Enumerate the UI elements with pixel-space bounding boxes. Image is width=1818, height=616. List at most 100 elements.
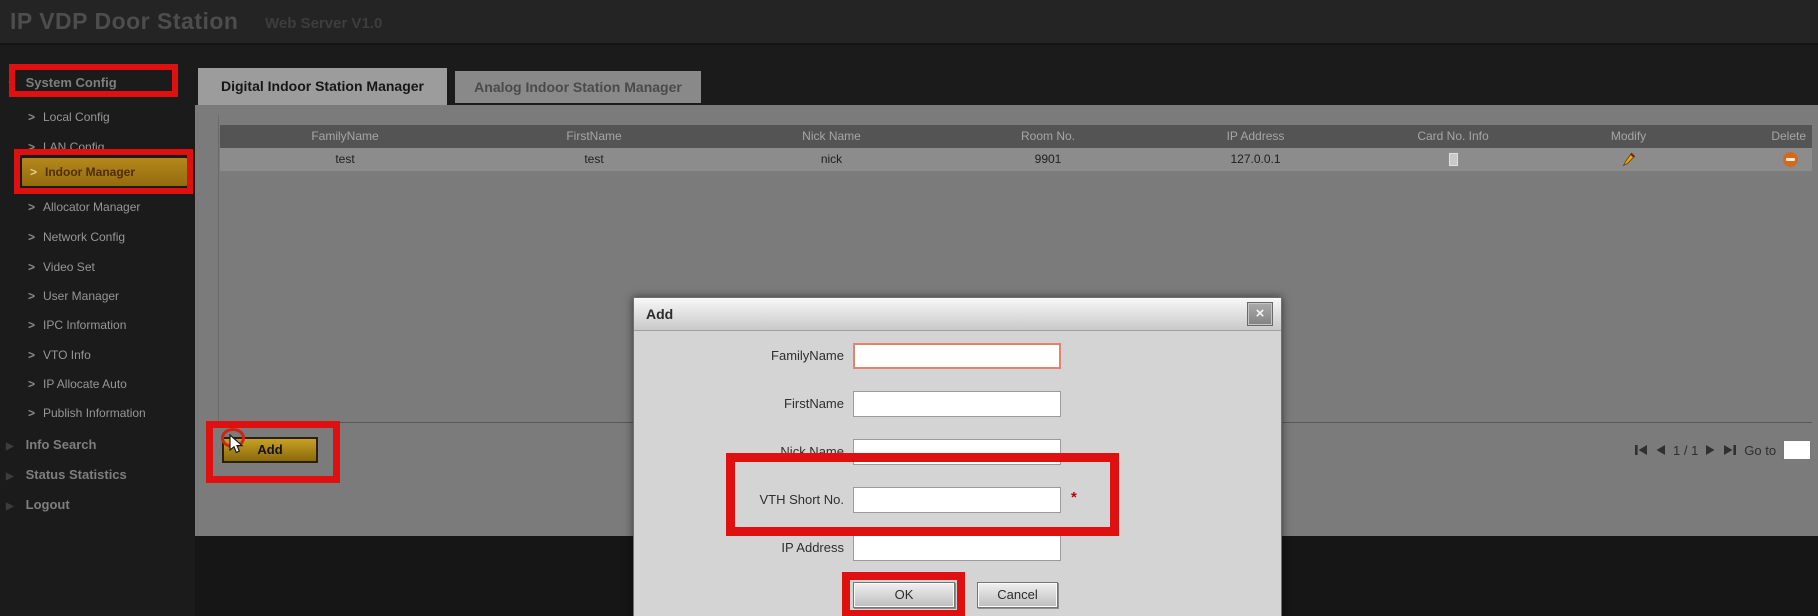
field-row-familyname: FamilyName	[634, 342, 1281, 370]
column-header-familyname: FamilyName	[311, 129, 379, 143]
sidebar-item-label: Network Config	[43, 230, 126, 244]
sidebar-item-system-config[interactable]: ▼ System Config	[6, 72, 117, 94]
vth-short-no-field[interactable]	[853, 487, 1061, 513]
sidebar-item-label: VTO Info	[43, 348, 91, 362]
sidebar-item-indoor-manager[interactable]: > Indoor Manager	[22, 158, 187, 186]
ip-address-field[interactable]	[853, 535, 1061, 561]
sidebar-item-vto-info[interactable]: > VTO Info	[28, 345, 91, 365]
ok-button[interactable]: OK	[853, 582, 955, 608]
column-header-ip-address: IP Address	[1226, 129, 1285, 143]
cell-firstname: test	[584, 152, 604, 166]
cell-familyname: test	[335, 152, 355, 166]
chevron-right-icon: >	[30, 165, 38, 179]
goto-label: Go to	[1744, 442, 1777, 458]
sidebar-item-label: Allocator Manager	[43, 200, 141, 214]
cell-card-no-info	[1360, 148, 1546, 171]
sidebar-item-label: IP Allocate Auto	[43, 377, 127, 391]
sidebar-item-logout[interactable]: ▶ Logout	[6, 494, 70, 516]
sidebar-item-label: IPC Information	[43, 318, 127, 332]
required-asterisk: *	[1071, 489, 1077, 506]
chevron-right-icon: >	[28, 140, 36, 154]
triangle-right-icon: ▶	[6, 501, 14, 512]
sidebar-item-label: LAN Config	[43, 140, 105, 154]
add-dialog: Add × FamilyName FirstName Nick Name VTH…	[633, 297, 1282, 616]
sidebar-item-video-set[interactable]: > Video Set	[28, 257, 95, 277]
cell-modify	[1546, 148, 1711, 171]
familyname-field[interactable]	[853, 343, 1061, 369]
vth-short-no-label: VTH Short No.	[759, 492, 844, 507]
dialog-titlebar: Add ×	[634, 298, 1281, 331]
card-info-icon[interactable]	[1447, 152, 1459, 167]
column-header-firstname: FirstName	[566, 129, 622, 143]
chevron-right-icon: >	[28, 406, 36, 420]
prev-page-icon[interactable]	[1655, 444, 1666, 456]
cell-ip-address: 127.0.0.1	[1230, 152, 1281, 166]
app-subtitle: Web Server V1.0	[265, 15, 383, 32]
app-window: IP VDP Door Station Web Server V1.0 ▼ Sy…	[0, 0, 1818, 616]
sidebar-item-local-config[interactable]: > Local Config	[28, 107, 110, 127]
tab-digital-indoor-station-manager[interactable]: Digital Indoor Station Manager	[198, 68, 447, 105]
triangle-right-icon: ▶	[6, 441, 14, 452]
cell-room-no: 9901	[1034, 152, 1062, 166]
app-header: IP VDP Door Station Web Server V1.0	[0, 0, 1818, 45]
table-row: test test nick 9901 127.0.0.1	[220, 148, 1812, 171]
firstname-field[interactable]	[853, 391, 1061, 417]
cancel-button[interactable]: Cancel	[977, 582, 1058, 608]
sidebar-item-label: Publish Information	[43, 406, 146, 420]
next-page-icon[interactable]	[1705, 444, 1716, 456]
sidebar-item-label: System Config	[25, 75, 117, 90]
ip-address-label: IP Address	[781, 540, 844, 555]
sidebar-item-label: Indoor Manager	[45, 165, 136, 179]
chevron-right-icon: >	[28, 110, 36, 124]
sidebar-item-ipc-information[interactable]: > IPC Information	[28, 315, 126, 335]
triangle-down-icon: ▼	[6, 79, 16, 90]
sidebar-item-network-config[interactable]: > Network Config	[28, 227, 125, 247]
chevron-right-icon: >	[28, 377, 36, 391]
sidebar-item-label: Info Search	[25, 437, 97, 452]
nickname-label: Nick Name	[780, 444, 844, 459]
sidebar-item-info-search[interactable]: ▶ Info Search	[6, 434, 96, 456]
dialog-title: Add	[646, 306, 674, 322]
close-icon[interactable]: ×	[1247, 302, 1273, 326]
app-title: IP VDP Door Station	[10, 8, 239, 34]
field-row-firstname: FirstName	[634, 390, 1281, 418]
chevron-right-icon: >	[28, 230, 36, 244]
column-header-card-no-info: Card No. Info	[1417, 129, 1489, 143]
sidebar-item-allocator-manager[interactable]: > Allocator Manager	[28, 197, 140, 217]
sidebar-item-label: Local Config	[43, 110, 110, 124]
last-page-icon[interactable]	[1723, 444, 1737, 456]
sidebar-item-ip-allocate-auto[interactable]: > IP Allocate Auto	[28, 374, 127, 394]
field-row-ip-address: IP Address	[634, 534, 1281, 562]
familyname-label: FamilyName	[771, 348, 844, 363]
chevron-right-icon: >	[28, 260, 36, 274]
sidebar-item-user-manager[interactable]: > User Manager	[28, 286, 119, 306]
column-header-nickname: Nick Name	[802, 129, 861, 143]
pagination-bar: 1 / 1 Go to	[1634, 439, 1812, 461]
chevron-right-icon: >	[28, 348, 36, 362]
field-row-vth-short-no: VTH Short No. *	[634, 486, 1281, 514]
first-page-icon[interactable]	[1634, 444, 1648, 456]
chevron-right-icon: >	[28, 200, 36, 214]
column-header-modify: Modify	[1610, 129, 1647, 143]
sidebar-item-lan-config[interactable]: > LAN Config	[28, 137, 104, 157]
column-header-room-no: Room No.	[1020, 129, 1076, 143]
field-row-nickname: Nick Name	[634, 438, 1281, 466]
table-header-row: FamilyName FirstName Nick Name Room No. …	[220, 125, 1812, 148]
sidebar-item-label: Logout	[25, 497, 70, 512]
minus-circle-icon[interactable]	[1783, 152, 1798, 167]
column-header-delete: Delete	[1771, 129, 1806, 143]
firstname-label: FirstName	[784, 396, 844, 411]
triangle-right-icon: ▶	[6, 471, 14, 482]
chevron-right-icon: >	[28, 318, 36, 332]
sidebar-item-label: User Manager	[43, 289, 120, 303]
sidebar-item-status-statistics[interactable]: ▶ Status Statistics	[6, 464, 127, 486]
cell-delete	[1711, 148, 1812, 171]
sidebar-item-publish-information[interactable]: > Publish Information	[28, 403, 146, 423]
cell-nickname: nick	[820, 152, 843, 166]
nickname-field[interactable]	[853, 439, 1061, 465]
chevron-right-icon: >	[28, 289, 36, 303]
goto-page-input[interactable]	[1783, 440, 1812, 460]
tab-analog-indoor-station-manager[interactable]: Analog Indoor Station Manager	[455, 71, 701, 103]
page-indicator: 1 / 1	[1673, 442, 1699, 458]
pencil-icon[interactable]	[1622, 152, 1636, 167]
